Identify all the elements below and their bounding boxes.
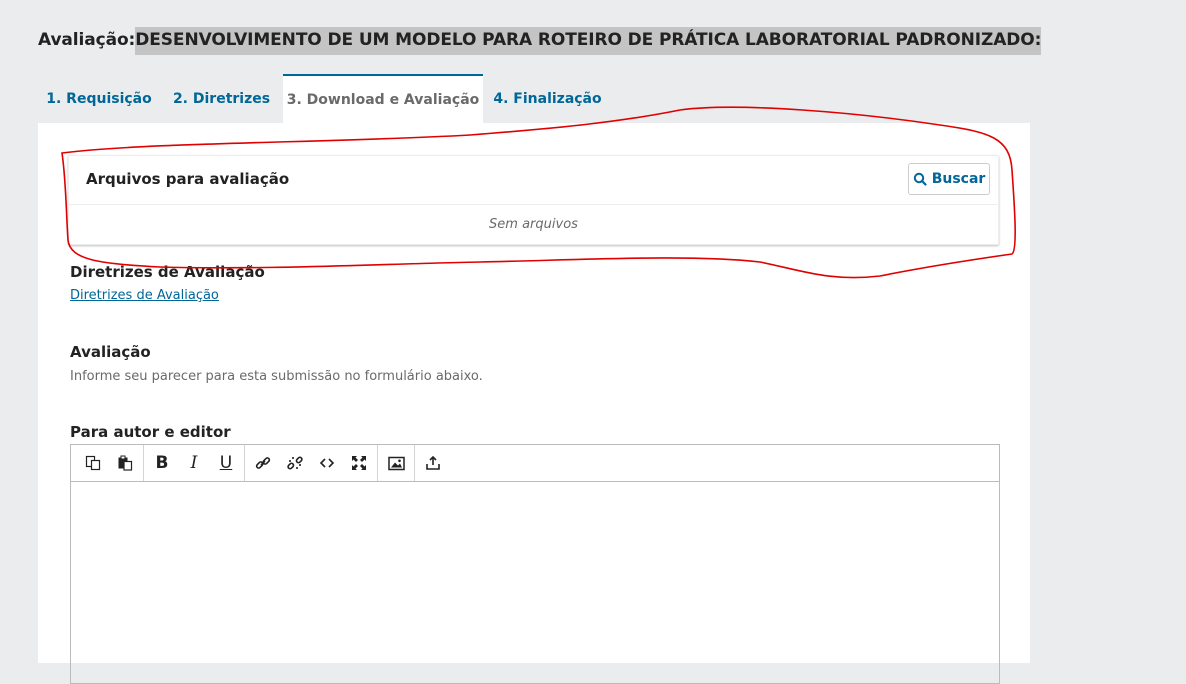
review-files-title: Arquivos para avaliação [86,170,290,188]
search-files-button[interactable]: Buscar [908,163,990,195]
search-icon [913,172,927,186]
rich-text-editor: B I U [70,444,1000,684]
tab-finalizacao[interactable]: 4. Finalização [483,74,612,123]
upload-icon[interactable] [417,448,449,478]
main-content: Arquivos para avaliação Buscar Sem arqui… [38,123,1030,684]
empty-files-message: Sem arquivos [489,217,578,232]
evaluation-description: Informe seu parecer para esta submissão … [70,369,483,384]
underline-icon[interactable]: U [210,448,242,478]
tab-download-avaliacao[interactable]: 3. Download e Avaliação [283,74,483,123]
title-highlight: DESENVOLVIMENTO DE UM MODELO PARA ROTEIR… [135,27,1041,55]
page-title: Avaliação:DESENVOLVIMENTO DE UM MODELO P… [38,27,1041,55]
review-files-header: Arquivos para avaliação Buscar [69,156,998,205]
italic-icon[interactable]: I [178,448,210,478]
code-icon[interactable] [311,448,343,478]
link-icon[interactable] [247,448,279,478]
paste-icon[interactable] [109,448,141,478]
tab-diretrizes[interactable]: 2. Diretrizes [160,74,283,123]
review-files-panel: Arquivos para avaliação Buscar Sem arqui… [68,155,999,245]
unlink-icon[interactable] [279,448,311,478]
image-icon[interactable] [380,448,412,478]
tab-bar: 1. Requisição 2. Diretrizes 3. Download … [38,74,612,123]
title-prefix: Avaliação: [38,30,136,50]
fullscreen-icon[interactable] [343,448,375,478]
tab-requisicao[interactable]: 1. Requisição [38,74,160,123]
guidelines-link[interactable]: Diretrizes de Avaliação [70,288,219,303]
editor-toolbar: B I U [71,445,999,482]
copy-icon[interactable] [77,448,109,478]
guidelines-heading: Diretrizes de Avaliação [70,263,265,281]
bold-icon[interactable]: B [146,448,178,478]
comments-heading: Para autor e editor [70,423,231,441]
editor-text-area[interactable] [71,482,999,682]
evaluation-heading: Avaliação [70,343,151,361]
search-files-label: Buscar [931,171,986,187]
